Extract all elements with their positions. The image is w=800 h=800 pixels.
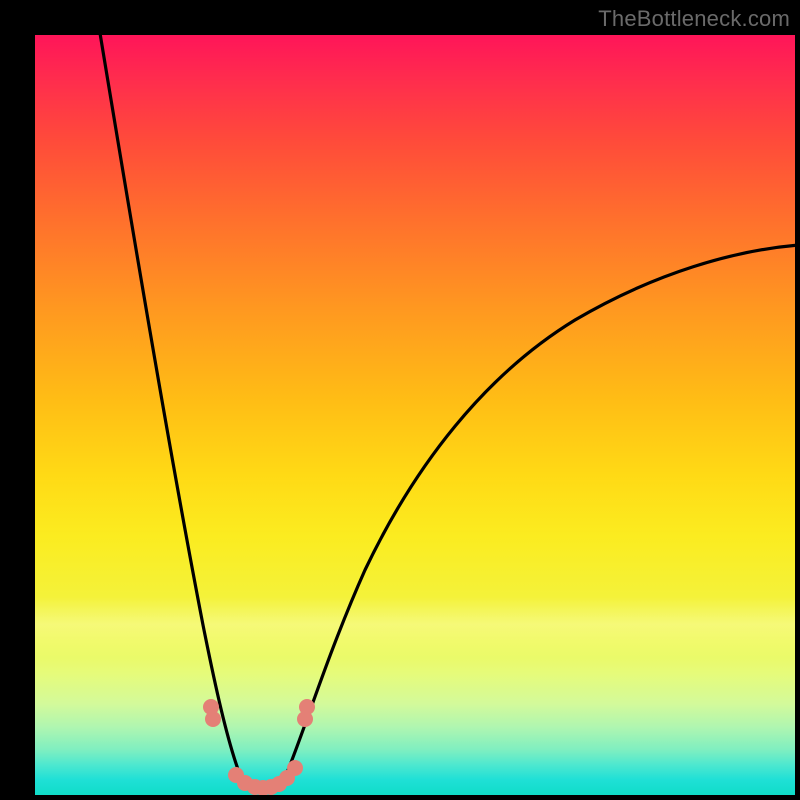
watermark-text: TheBottleneck.com (598, 6, 790, 32)
plot-area (35, 35, 795, 795)
curve-layer (35, 35, 795, 795)
chart-frame: TheBottleneck.com (0, 0, 800, 800)
curve-left (97, 35, 240, 775)
curve-right (286, 245, 795, 775)
